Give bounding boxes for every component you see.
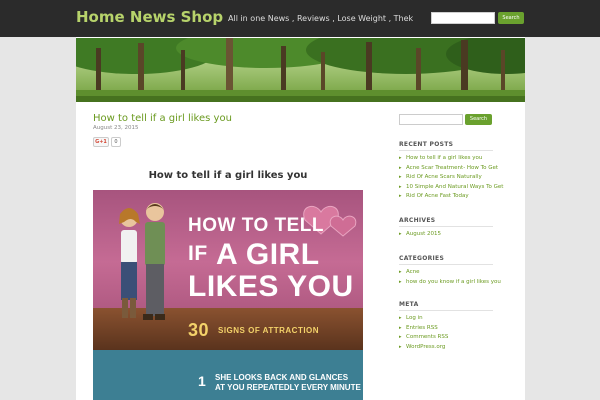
meta-link[interactable]: Entries RSS — [399, 324, 519, 334]
meta-link[interactable]: WordPress.org — [399, 343, 519, 353]
recent-posts-list: How to tell if a girl likes you Acne Sca… — [399, 154, 519, 202]
meta-list: Log in Entries RSS Comments RSS WordPres… — [399, 314, 519, 352]
meta-link[interactable]: Comments RSS — [399, 333, 519, 343]
archives-list: August 2015 — [399, 230, 519, 240]
sidebar-search-button[interactable]: Search — [465, 114, 492, 125]
infographic-line-2-prefix: IF — [188, 242, 208, 265]
archive-link[interactable]: August 2015 — [399, 230, 519, 240]
archives-title: ARCHIVES — [399, 217, 436, 224]
post-title-link[interactable]: How to tell if a girl likes you — [93, 113, 232, 124]
tip-number: 1 — [198, 373, 206, 389]
infographic-line-3: LIKES YOU — [188, 270, 354, 303]
widget-divider — [399, 310, 493, 311]
categories-list: Acne how do you know if a girl likes you — [399, 268, 519, 287]
recent-post-link[interactable]: Acne Scar Treatment- How To Get — [399, 164, 519, 174]
tip-text: SHE LOOKS BACK AND GLANCES AT YOU REPEAT… — [215, 373, 363, 393]
categories-title: CATEGORIES — [399, 255, 445, 262]
header-banner-image — [76, 38, 525, 102]
widget-divider — [399, 264, 493, 265]
recent-post-link-continued[interactable]: Rid Of Acne Fast Today — [399, 192, 519, 202]
infographic-line-1: HOW TO TELL — [188, 215, 325, 236]
header-search-input[interactable] — [431, 12, 495, 24]
site-tagline: All in one News , Reviews , Lose Weight … — [228, 14, 414, 23]
tip-line-2: AT YOU REPEATEDLY EVERY MINUTE OR SO — [215, 383, 363, 392]
category-link[interactable]: Acne — [399, 268, 519, 278]
header-search-button[interactable]: Search — [498, 12, 524, 24]
site-title[interactable]: Home News Shop — [76, 8, 223, 26]
google-plus-button[interactable]: G+1 — [93, 137, 109, 147]
infographic-number: 30 — [188, 320, 210, 340]
post-date: August 23, 2015 — [93, 125, 139, 131]
sidebar-search-input[interactable] — [399, 114, 463, 125]
recent-posts-title: RECENT POSTS — [399, 141, 454, 148]
infographic-subtitle: SIGNS OF ATTRACTION — [218, 326, 320, 335]
site-header: Home News Shop All in one News , Reviews… — [0, 0, 600, 37]
widget-divider — [399, 150, 493, 151]
tip-line-1: SHE LOOKS BACK AND GLANCES — [215, 373, 349, 382]
post-heading: How to tell if a girl likes you — [148, 170, 308, 181]
recent-post-link[interactable]: How to tell if a girl likes you — [399, 154, 519, 164]
google-plus-count: 0 — [111, 137, 121, 147]
recent-post-link[interactable]: 10 Simple And Natural Ways To Get — [399, 183, 519, 193]
meta-link[interactable]: Log in — [399, 314, 519, 324]
post-infographic-image: HOW TO TELL IF A GIRL LIKES YOU 30 SIGNS… — [93, 190, 363, 400]
widget-divider — [399, 226, 493, 227]
infographic-line-2: A GIRL — [216, 238, 320, 271]
recent-post-link-continued[interactable]: Rid Of Acne Scars Naturally — [399, 173, 519, 183]
page-container: How to tell if a girl likes you August 2… — [76, 37, 525, 400]
meta-title: META — [399, 301, 419, 308]
category-link[interactable]: how do you know if a girl likes you — [399, 278, 519, 288]
